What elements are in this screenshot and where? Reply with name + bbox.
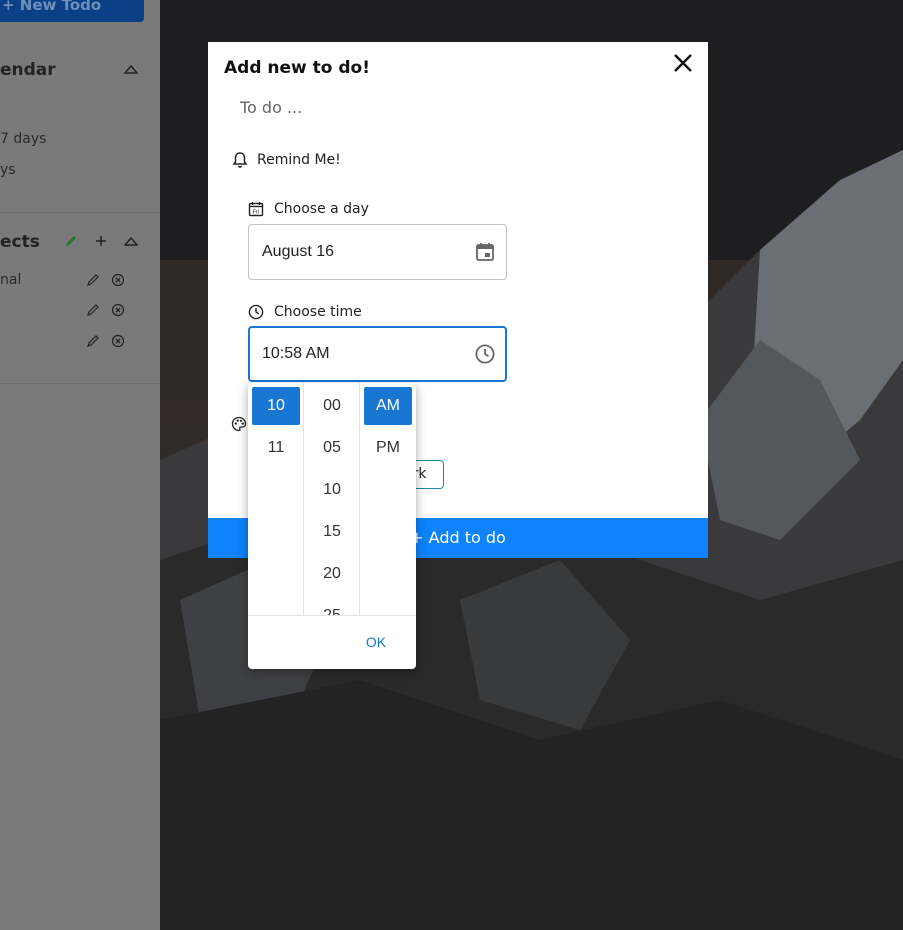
clock-icon[interactable]	[474, 343, 496, 365]
chevron-up-icon[interactable]	[124, 235, 138, 249]
picker-divider	[248, 615, 416, 616]
svg-text:Fri: Fri	[253, 210, 260, 216]
hours-column[interactable]: 10 11	[248, 383, 304, 615]
choose-day-label: Choose a day	[274, 201, 369, 217]
palette-icon[interactable]	[231, 416, 247, 432]
clock-icon	[248, 304, 264, 320]
hour-option-10[interactable]: 10	[252, 387, 300, 425]
calendar-day-icon: Fri	[248, 202, 264, 217]
sidebar-divider	[0, 212, 160, 213]
chevron-up-icon[interactable]	[124, 63, 138, 77]
remind-me-label: Remind Me!	[257, 152, 341, 168]
remove-circle-icon[interactable]	[111, 303, 125, 317]
close-icon[interactable]	[670, 50, 696, 76]
am-option[interactable]: AM	[364, 387, 412, 425]
minute-option-20[interactable]: 20	[308, 555, 356, 593]
time-field[interactable]: 10:58 AM	[248, 326, 507, 382]
minute-option-15[interactable]: 15	[308, 513, 356, 551]
pencil-icon[interactable]	[86, 273, 100, 287]
remind-me-toggle[interactable]: Remind Me!	[232, 150, 341, 170]
modal-title: Add new to do!	[224, 58, 370, 78]
hour-option-11[interactable]: 11	[252, 429, 300, 467]
sidebar-item-all-days[interactable]: ys	[0, 162, 16, 178]
minute-option-05[interactable]: 05	[308, 429, 356, 467]
minute-option-25[interactable]: 25	[308, 597, 356, 615]
choose-day-label-row: Fri Choose a day	[248, 201, 369, 217]
pencil-icon[interactable]	[64, 234, 78, 248]
projects-heading[interactable]: ects	[0, 232, 40, 252]
choose-time-label-row: Choose time	[248, 304, 362, 320]
date-field[interactable]: August 16	[248, 224, 507, 280]
calendar-heading[interactable]: endar	[0, 60, 56, 80]
sidebar-item-next-7-days[interactable]: 7 days	[0, 131, 46, 147]
date-value: August 16	[262, 243, 335, 260]
pm-option[interactable]: PM	[364, 429, 412, 467]
minute-option-00[interactable]: 00	[308, 387, 356, 425]
remove-circle-icon[interactable]	[111, 334, 125, 348]
pencil-icon[interactable]	[86, 303, 100, 317]
choose-time-label: Choose time	[274, 304, 362, 320]
ok-button[interactable]: OK	[354, 625, 398, 659]
pencil-icon[interactable]	[86, 334, 100, 348]
calendar-icon[interactable]	[474, 241, 496, 263]
project-item-personal[interactable]: nal	[0, 272, 21, 288]
minute-option-10[interactable]: 10	[308, 471, 356, 509]
remove-circle-icon[interactable]	[111, 273, 125, 287]
todo-input[interactable]	[240, 94, 640, 120]
minutes-column[interactable]: 00 05 10 15 20 25	[304, 383, 360, 615]
sidebar: + New Todo endar 7 days ys ects nal	[0, 0, 160, 930]
time-value: 10:58 AM	[262, 345, 330, 362]
new-todo-button[interactable]: + New Todo	[0, 0, 144, 22]
plus-icon[interactable]	[94, 234, 108, 248]
sidebar-divider	[0, 383, 160, 384]
time-picker-popover: 10 11 00 05 10 15 20 25 AM PM OK	[248, 383, 416, 669]
bell-icon	[232, 152, 248, 168]
ampm-column[interactable]: AM PM	[360, 383, 416, 615]
